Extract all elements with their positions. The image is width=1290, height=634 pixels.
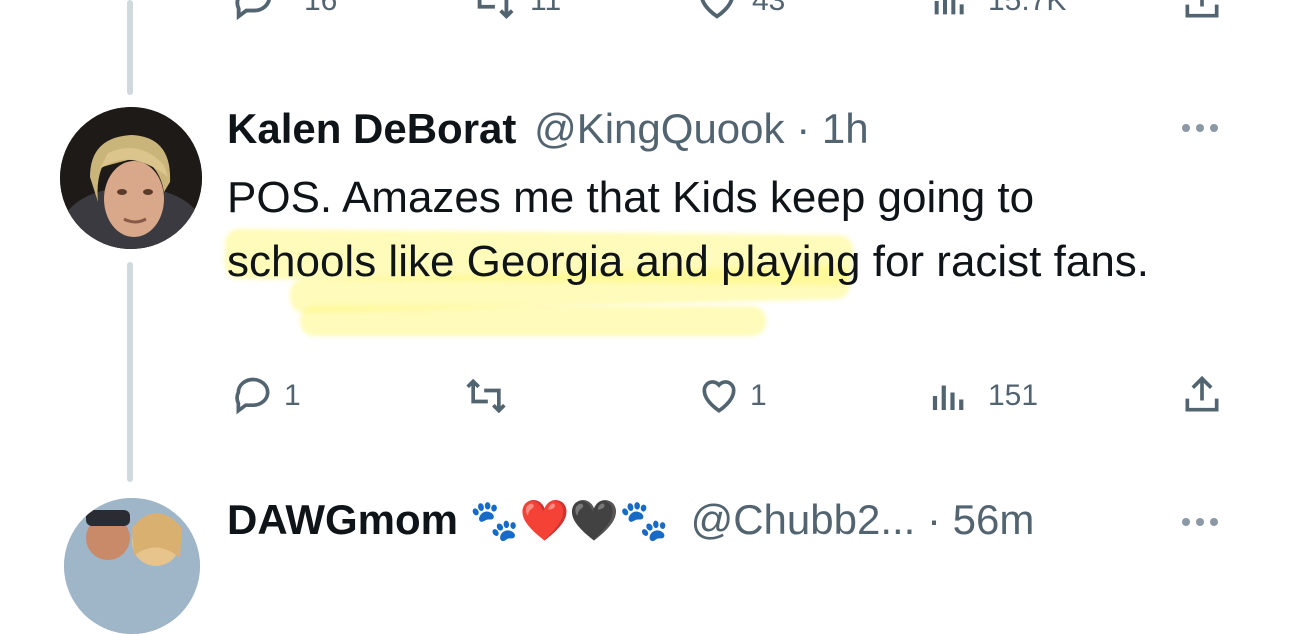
highlighter-mark — [300, 306, 766, 336]
prev-retweet-count: 11 — [530, 0, 562, 17]
tweet-text: POS. Amazes me that Kids keep going to s… — [227, 173, 1150, 286]
prev-share-button[interactable] — [1180, 0, 1224, 24]
like-button[interactable]: 1 — [694, 374, 767, 418]
more-dot — [1196, 518, 1204, 526]
next-tweet-time[interactable]: 56m — [953, 496, 1035, 543]
prev-like-count: 43 — [752, 0, 786, 17]
author-handle[interactable]: @KingQuook — [534, 105, 784, 152]
reply-count: 1 — [284, 379, 301, 412]
prev-reply-button[interactable]: 16 — [228, 0, 337, 24]
prev-like-button[interactable]: 43 — [692, 0, 785, 24]
more-dot — [1210, 124, 1218, 132]
prev-reply-count: 16 — [304, 0, 338, 17]
next-more-options-button[interactable] — [1182, 518, 1218, 526]
more-options-button[interactable] — [1182, 124, 1218, 132]
reply-icon — [235, 377, 270, 415]
next-header-separator: · — [927, 496, 941, 543]
author-name[interactable]: Kalen DeBorat — [227, 105, 516, 152]
more-dot — [1182, 518, 1190, 526]
prev-views-button[interactable]: 15.7K — [930, 0, 1066, 24]
views-button[interactable]: 151 — [928, 374, 1038, 418]
avatar-photo — [60, 107, 202, 249]
retweet-icon — [477, 0, 514, 20]
more-dot — [1210, 518, 1218, 526]
more-dot — [1196, 124, 1204, 132]
avatar-photo — [64, 498, 200, 634]
reply-button[interactable]: 1 — [228, 374, 301, 418]
avatar[interactable] — [60, 107, 202, 249]
prev-retweet-button[interactable]: 11 — [466, 0, 561, 24]
more-dot — [1182, 124, 1190, 132]
heart-icon — [702, 380, 736, 413]
next-author-name[interactable]: DAWGmom — [227, 496, 458, 543]
like-count: 1 — [750, 379, 767, 412]
views-icon — [932, 385, 964, 410]
prev-views-count: 15.7K — [988, 0, 1067, 17]
tweet-time[interactable]: 1h — [822, 105, 869, 152]
retweet-icon — [466, 378, 506, 414]
retweet-button[interactable] — [458, 374, 514, 418]
thread-line-top — [127, 0, 133, 95]
share-icon — [1185, 375, 1219, 412]
thread-line-bottom — [127, 262, 133, 482]
tweet-header: Kalen DeBorat @KingQuook · 1h — [227, 102, 869, 156]
views-icon — [934, 0, 964, 15]
next-author-emojis: 🐾❤️🖤🐾 — [469, 499, 669, 543]
reply-icon — [235, 0, 271, 21]
next-tweet-header: DAWGmom 🐾❤️🖤🐾 @Chubb2... · 56m — [227, 490, 1034, 551]
header-separator: · — [796, 105, 811, 152]
views-count: 151 — [988, 379, 1039, 412]
share-button[interactable] — [1180, 372, 1224, 418]
next-avatar[interactable] — [64, 498, 200, 634]
heart-icon — [700, 0, 734, 19]
next-author-handle[interactable]: @Chubb2... — [691, 496, 916, 543]
share-icon — [1185, 0, 1219, 18]
